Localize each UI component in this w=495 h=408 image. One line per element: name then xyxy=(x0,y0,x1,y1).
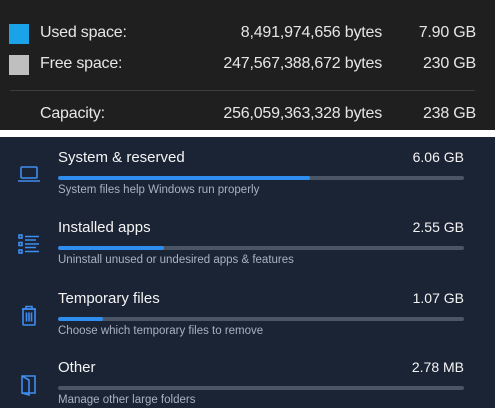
category-other[interactable]: Other 2.78 MB Manage other large folders xyxy=(0,357,495,408)
divider xyxy=(10,90,475,91)
used-space-gb: 7.90 GB xyxy=(418,24,477,41)
storage-categories-panel: System & reserved 6.06 GB System files h… xyxy=(0,137,495,408)
used-space-swatch xyxy=(9,24,29,44)
capacity-label: Capacity: xyxy=(40,105,105,122)
disk-properties-panel: Used space: 8,491,974,656 bytes 7.90 GB … xyxy=(0,0,495,130)
trash-icon xyxy=(16,302,42,328)
category-description: Choose which temporary files to remove xyxy=(58,325,264,337)
category-description: Uninstall unused or undesired apps & fea… xyxy=(58,254,294,266)
usage-bar xyxy=(58,317,464,321)
category-size: 2.55 GB xyxy=(412,219,464,235)
usage-bar xyxy=(58,246,464,250)
apps-list-icon xyxy=(16,231,42,257)
category-size: 1.07 GB xyxy=(412,290,464,306)
used-space-row: Used space: 8,491,974,656 bytes 7.90 GB xyxy=(0,20,495,44)
free-space-row: Free space: 247,567,388,672 bytes 230 GB xyxy=(0,51,495,75)
category-description: System files help Windows run properly xyxy=(58,184,260,196)
used-space-label: Used space: xyxy=(40,24,127,41)
category-description: Manage other large folders xyxy=(58,394,196,406)
usage-bar-fill xyxy=(58,176,310,180)
category-system-reserved[interactable]: System & reserved 6.06 GB System files h… xyxy=(0,147,495,207)
usage-bar xyxy=(58,176,464,180)
category-size: 6.06 GB xyxy=(412,149,464,165)
category-size: 2.78 MB xyxy=(411,359,464,375)
capacity-row: Capacity: 256,059,363,328 bytes 238 GB xyxy=(0,101,495,125)
folder-icon xyxy=(16,371,42,397)
free-space-label: Free space: xyxy=(40,55,123,72)
category-temporary-files[interactable]: Temporary files 1.07 GB Choose which tem… xyxy=(0,288,495,348)
free-space-gb: 230 GB xyxy=(422,55,476,72)
category-installed-apps[interactable]: Installed apps 2.55 GB Uninstall unused … xyxy=(0,217,495,277)
usage-bar-fill xyxy=(58,246,164,250)
category-title: Other xyxy=(58,359,96,376)
laptop-icon xyxy=(16,161,42,187)
used-space-bytes: 8,491,974,656 bytes xyxy=(240,24,382,41)
separator-band xyxy=(0,130,495,137)
category-title: Installed apps xyxy=(58,219,151,236)
capacity-bytes: 256,059,363,328 bytes xyxy=(223,105,382,122)
category-title: Temporary files xyxy=(58,290,160,307)
capacity-gb: 238 GB xyxy=(422,105,476,122)
free-space-bytes: 247,567,388,672 bytes xyxy=(223,55,382,72)
usage-bar-fill xyxy=(58,317,103,321)
free-space-swatch xyxy=(9,55,29,75)
usage-bar xyxy=(58,386,464,390)
category-title: System & reserved xyxy=(58,149,185,166)
